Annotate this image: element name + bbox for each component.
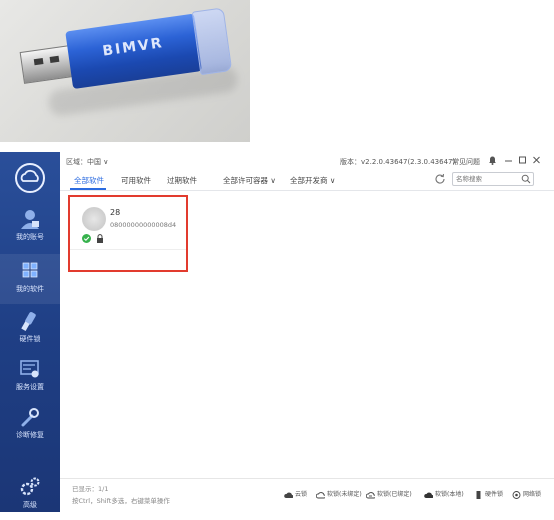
- cloud-outline-icon: [316, 491, 325, 498]
- sidebar-item-label: 高级: [23, 501, 37, 509]
- version-label: 版本：v2.2.0.43647(2.3.0.43647): [340, 158, 456, 166]
- wrench-icon: [21, 408, 39, 427]
- faq-link[interactable]: 常见问题: [452, 157, 480, 167]
- network-icon: [512, 490, 521, 499]
- legend-soft-lock-local[interactable]: 软锁(本地): [424, 489, 464, 499]
- refresh-icon[interactable]: [434, 173, 446, 185]
- footer-divider: [60, 478, 554, 479]
- developer-filter[interactable]: 全部开发商 ∨: [290, 175, 335, 186]
- tab-bar: 全部软件 可用软件 过期软件 全部许可容器 ∨ 全部开发商 ∨: [60, 172, 554, 190]
- sidebar-item-service-settings[interactable]: 服务设置: [0, 352, 60, 402]
- search-box: [452, 172, 534, 186]
- tab-divider: [60, 190, 554, 191]
- legend-network-lock[interactable]: 网络锁: [512, 489, 541, 499]
- sidebar-item-label: 诊断修复: [16, 431, 44, 439]
- cloud-icon: [284, 492, 293, 498]
- bell-icon[interactable]: [488, 155, 497, 165]
- legend-cloud-lock[interactable]: 云锁: [284, 489, 307, 499]
- legend-hardware-lock[interactable]: 硬件锁: [474, 489, 503, 499]
- sidebar-item-label: 硬件锁: [19, 335, 41, 343]
- gears-icon: [20, 477, 40, 496]
- license-container-filter[interactable]: 全部许可容器 ∨: [223, 175, 276, 186]
- legend-soft-lock-bound[interactable]: 软锁(已绑定): [366, 489, 412, 499]
- settings-panel-icon: [20, 360, 39, 378]
- cloud-filled-icon: [424, 492, 433, 498]
- user-icon: [21, 210, 39, 229]
- cloud-logo-icon: [15, 163, 45, 193]
- tab-all-software[interactable]: 全部软件: [74, 175, 104, 186]
- cube-icon: [22, 262, 38, 278]
- search-icon[interactable]: [521, 174, 531, 184]
- sidebar-item-label: 我的账号: [16, 233, 44, 241]
- sidebar: 我的账号 我的软件 硬件锁 服务设置 诊断修复 高级: [0, 152, 60, 512]
- selection-hint: 按Ctrl，Shift多选，右键菜单操作: [72, 497, 170, 505]
- usb-brand-text: BIMVR: [101, 35, 165, 60]
- legend-soft-lock-unbound[interactable]: 软锁(未绑定): [316, 489, 362, 499]
- tab-expired-software[interactable]: 过期软件: [167, 175, 197, 186]
- highlight-box: [68, 195, 188, 272]
- minimize-icon[interactable]: [504, 155, 513, 165]
- display-count: 已显示：1/1: [72, 485, 109, 493]
- tab-available-software[interactable]: 可用软件: [121, 175, 151, 186]
- cloud-link-icon: [366, 491, 375, 498]
- app-window: 我的账号 我的软件 硬件锁 服务设置 诊断修复 高级 区域：中国 ∨ 版本：v2…: [0, 152, 554, 512]
- key-icon: [21, 312, 36, 331]
- sidebar-item-hardware-lock[interactable]: 硬件锁: [0, 304, 60, 354]
- usb-body: BIMVR: [65, 13, 203, 90]
- maximize-icon[interactable]: [518, 155, 527, 165]
- main-panel: 区域：中国 ∨ 版本：v2.2.0.43647(2.3.0.43647) 常见问…: [60, 152, 554, 512]
- search-input[interactable]: [456, 173, 516, 185]
- usb-dongle-photo: BIMVR: [0, 0, 250, 142]
- sidebar-item-label: 服务设置: [16, 383, 44, 391]
- sidebar-item-account[interactable]: 我的账号: [0, 202, 60, 252]
- sidebar-item-advanced[interactable]: 高级: [0, 470, 60, 520]
- sidebar-item-my-software[interactable]: 我的软件: [0, 254, 60, 304]
- close-icon[interactable]: [532, 155, 541, 165]
- sidebar-item-diagnose[interactable]: 诊断修复: [0, 400, 60, 450]
- usb-key-icon: [476, 490, 481, 499]
- title-bar: 区域：中国 ∨ 版本：v2.2.0.43647(2.3.0.43647) 常见问…: [60, 152, 554, 170]
- region-selector[interactable]: 区域：中国 ∨: [66, 157, 108, 167]
- sidebar-item-label: 我的软件: [16, 285, 44, 293]
